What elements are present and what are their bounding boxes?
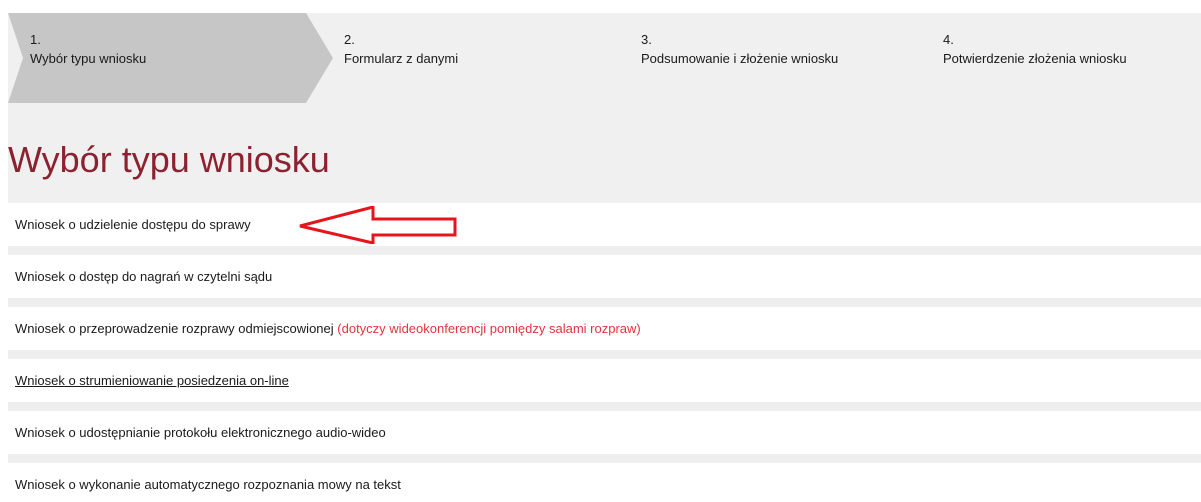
option-label[interactable]: Wniosek o przeprowadzenie rozprawy odmie… bbox=[15, 321, 641, 336]
step-number: 3. bbox=[641, 32, 652, 47]
step-3[interactable]: 3. Podsumowanie i złożenie wniosku bbox=[641, 30, 861, 68]
step-label: Podsumowanie i złożenie wniosku bbox=[641, 51, 839, 66]
step-label: Formularz z danymi bbox=[344, 51, 459, 66]
step-number: 1. bbox=[30, 32, 41, 47]
option-label[interactable]: Wniosek o udzielenie dostępu do sprawy bbox=[15, 217, 251, 232]
option-label[interactable]: Wniosek o dostęp do nagrań w czytelni są… bbox=[15, 269, 272, 284]
option-label[interactable]: Wniosek o wykonanie automatycznego rozpo… bbox=[15, 477, 401, 492]
option-note: (dotyczy wideokonferencji pomiędzy salam… bbox=[337, 321, 641, 336]
option-label[interactable]: Wniosek o udostępnianie protokołu elektr… bbox=[15, 425, 386, 440]
request-type-list: Wniosek o udzielenie dostępu do sprawy W… bbox=[8, 203, 1201, 502]
step-label: Potwierdzenie złożenia wniosku bbox=[943, 51, 1127, 66]
step-number: 4. bbox=[943, 32, 954, 47]
page-title: Wybór typu wniosku bbox=[8, 139, 330, 180]
option-label[interactable]: Wniosek o strumieniowanie posiedzenia on… bbox=[15, 373, 289, 388]
list-item[interactable]: Wniosek o dostęp do nagrań w czytelni są… bbox=[8, 255, 1201, 307]
wizard-stepper: 1. Wybór typu wniosku 2. Formularz z dan… bbox=[8, 13, 1201, 103]
list-item[interactable]: Wniosek o wykonanie automatycznego rozpo… bbox=[8, 463, 1201, 502]
step-4[interactable]: 4. Potwierdzenie złożenia wniosku bbox=[943, 30, 1201, 68]
page: 1. Wybór typu wniosku 2. Formularz z dan… bbox=[0, 0, 1201, 502]
list-item[interactable]: Wniosek o strumieniowanie posiedzenia on… bbox=[8, 359, 1201, 411]
step-1[interactable]: 1. Wybór typu wniosku bbox=[30, 30, 290, 68]
list-item[interactable]: Wniosek o udostępnianie protokołu elektr… bbox=[8, 411, 1201, 463]
left-arrow-outline-icon bbox=[299, 206, 457, 244]
step-label: Wybór typu wniosku bbox=[30, 51, 147, 66]
step-2[interactable]: 2. Formularz z danymi bbox=[344, 30, 604, 68]
list-item[interactable]: Wniosek o udzielenie dostępu do sprawy bbox=[8, 203, 1201, 255]
step-number: 2. bbox=[344, 32, 355, 47]
list-item[interactable]: Wniosek o przeprowadzenie rozprawy odmie… bbox=[8, 307, 1201, 359]
